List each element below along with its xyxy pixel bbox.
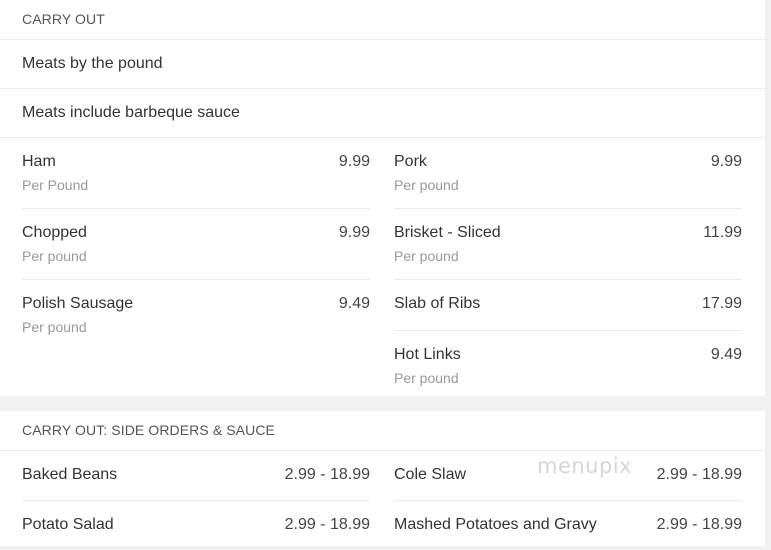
item-name: Potato Salad [22,516,114,533]
item-name: Baked Beans [22,466,118,483]
item-name: Brisket - Sliced [394,224,501,241]
item-name: Chopped [22,224,87,241]
menu-item-hot-links[interactable]: Hot Links 9.49 Per pound [394,331,742,401]
item-description: Per pound [22,319,87,335]
item-price: 17.99 [701,295,742,312]
item-price: 2.99 - 18.99 [284,516,370,533]
menu-item-ham[interactable]: Ham 9.99 Per Pound [22,138,370,209]
meat-items-grid: Ham 9.99 Per Pound Chopped 9.99 Per poun… [0,138,765,401]
item-name: Polish Sausage [22,295,134,312]
item-description: Per pound [394,248,459,264]
item-description: Per Pound [22,177,89,193]
item-name: Mashed Potatoes and Gravy [394,516,597,533]
item-price: 2.99 - 18.99 [284,466,370,483]
menu-item-chopped[interactable]: Chopped 9.99 Per pound [22,209,370,280]
menupix-watermark: menupix [537,454,633,478]
meat-items-left-column: Ham 9.99 Per Pound Chopped 9.99 Per poun… [22,138,370,401]
section-header-side-orders: CARRY OUT: SIDE ORDERS & SAUCE [0,411,765,451]
item-price: 9.49 [710,346,742,363]
item-price: 9.99 [338,224,370,241]
item-price: 9.99 [710,153,742,170]
menu-item-brisket-sliced[interactable]: Brisket - Sliced 11.99 Per pound [394,209,742,280]
item-description: Per pound [394,370,459,386]
section-subtitle-sauce: Meats include barbeque sauce [0,89,765,138]
menu-item-baked-beans[interactable]: Baked Beans 2.99 - 18.99 [22,451,370,501]
meat-items-right-column: Pork 9.99 Per pound Brisket - Sliced 11.… [394,138,742,401]
scrollbar-track[interactable] [765,0,771,546]
item-price: 11.99 [703,224,742,241]
item-price: 2.99 - 18.99 [656,516,742,533]
side-orders-section: CARRY OUT: SIDE ORDERS & SAUCE Baked Bea… [0,411,765,546]
item-name: Cole Slaw [394,466,467,483]
item-name: Slab of Ribs [394,295,481,312]
item-name: Pork [394,153,427,170]
menu-item-mashed-potatoes-and-gravy[interactable]: Mashed Potatoes and Gravy 2.99 - 18.99 [394,501,742,550]
item-description: Per pound [22,248,87,264]
item-description: Per pound [394,177,459,193]
menu-item-polish-sausage[interactable]: Polish Sausage 9.49 Per pound [22,280,370,350]
item-name: Ham [22,153,56,170]
carry-out-section: CARRY OUT Meats by the pound Meats inclu… [0,0,765,396]
menu-item-pork[interactable]: Pork 9.99 Per pound [394,138,742,209]
side-items-grid: Baked Beans 2.99 - 18.99 Potato Salad 2.… [0,451,765,550]
section-header-carry-out: CARRY OUT [0,0,765,40]
side-items-left-column: Baked Beans 2.99 - 18.99 Potato Salad 2.… [22,451,370,550]
item-name: Hot Links [394,346,461,363]
menu-item-slab-of-ribs[interactable]: Slab of Ribs 17.99 [394,280,742,331]
item-price: 9.99 [338,153,370,170]
menu-item-potato-salad[interactable]: Potato Salad 2.99 - 18.99 [22,501,370,550]
item-price: 9.49 [338,295,370,312]
section-subtitle-meats: Meats by the pound [0,40,765,89]
item-price: 2.99 - 18.99 [656,466,742,483]
